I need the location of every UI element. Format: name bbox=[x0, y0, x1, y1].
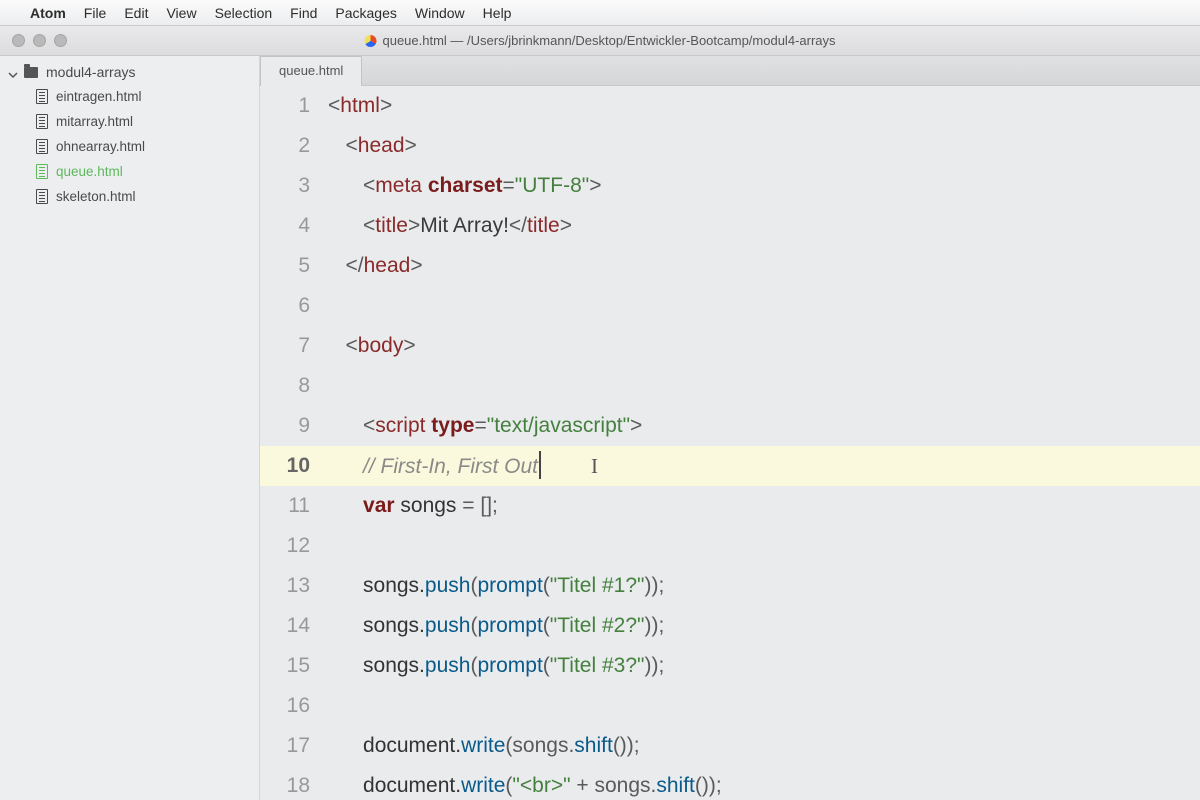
file-item[interactable]: mitarray.html bbox=[0, 109, 259, 134]
line-number: 7 bbox=[260, 326, 322, 366]
line-number: 2 bbox=[260, 126, 322, 166]
file-icon bbox=[36, 139, 48, 154]
chevron-down-icon[interactable] bbox=[8, 67, 18, 77]
line-number: 1 bbox=[260, 86, 322, 126]
line-content[interactable]: document.write("<br>" + songs.shift()); bbox=[322, 766, 1200, 800]
line-content[interactable]: <head> bbox=[322, 126, 1200, 166]
html-file-icon bbox=[364, 35, 376, 47]
line-number: 13 bbox=[260, 566, 322, 606]
code-line[interactable]: 13 songs.push(prompt("Titel #1?")); bbox=[260, 566, 1200, 606]
line-content[interactable]: <meta charset="UTF-8"> bbox=[322, 166, 1200, 206]
code-line[interactable]: 12 bbox=[260, 526, 1200, 566]
file-label: skeleton.html bbox=[56, 189, 136, 204]
code-line[interactable]: 16 bbox=[260, 686, 1200, 726]
line-number: 17 bbox=[260, 726, 322, 766]
line-number: 5 bbox=[260, 246, 322, 286]
line-number: 14 bbox=[260, 606, 322, 646]
close-icon[interactable] bbox=[12, 34, 25, 47]
line-number: 12 bbox=[260, 526, 322, 566]
file-label: eintragen.html bbox=[56, 89, 142, 104]
line-content[interactable]: </head> bbox=[322, 246, 1200, 286]
line-content[interactable]: <title>Mit Array!</title> bbox=[322, 206, 1200, 246]
code-line[interactable]: 18 document.write("<br>" + songs.shift()… bbox=[260, 766, 1200, 800]
menu-selection[interactable]: Selection bbox=[215, 5, 273, 21]
line-number: 9 bbox=[260, 406, 322, 446]
line-content[interactable]: songs.push(prompt("Titel #3?")); bbox=[322, 646, 1200, 686]
code-line[interactable]: 5 </head> bbox=[260, 246, 1200, 286]
line-number: 6 bbox=[260, 286, 322, 326]
line-number: 18 bbox=[260, 766, 322, 800]
line-content[interactable] bbox=[322, 526, 1200, 566]
file-icon bbox=[36, 114, 48, 129]
menu-edit[interactable]: Edit bbox=[124, 5, 148, 21]
tree-root-folder[interactable]: modul4-arrays bbox=[0, 60, 259, 84]
file-label: mitarray.html bbox=[56, 114, 133, 129]
line-number: 16 bbox=[260, 686, 322, 726]
code-line[interactable]: 3 <meta charset="UTF-8"> bbox=[260, 166, 1200, 206]
menu-packages[interactable]: Packages bbox=[335, 5, 396, 21]
line-content[interactable]: songs.push(prompt("Titel #2?")); bbox=[322, 606, 1200, 646]
line-number: 4 bbox=[260, 206, 322, 246]
folder-icon bbox=[24, 67, 38, 78]
code-line[interactable]: 8 bbox=[260, 366, 1200, 406]
minimize-icon[interactable] bbox=[33, 34, 46, 47]
menu-find[interactable]: Find bbox=[290, 5, 317, 21]
menu-app-name[interactable]: Atom bbox=[30, 5, 66, 21]
line-number: 15 bbox=[260, 646, 322, 686]
line-number: 8 bbox=[260, 366, 322, 406]
code-line[interactable]: 11 var songs = []; bbox=[260, 486, 1200, 526]
line-content[interactable]: var songs = []; bbox=[322, 486, 1200, 526]
window-titlebar: queue.html — /Users/jbrinkmann/Desktop/E… bbox=[0, 26, 1200, 56]
traffic-lights bbox=[0, 34, 67, 47]
macos-menubar: Atom File Edit View Selection Find Packa… bbox=[0, 0, 1200, 26]
line-content[interactable]: <body> bbox=[322, 326, 1200, 366]
code-line[interactable]: 6 bbox=[260, 286, 1200, 326]
file-icon bbox=[36, 164, 48, 179]
code-line[interactable]: 14 songs.push(prompt("Titel #2?")); bbox=[260, 606, 1200, 646]
window-title: queue.html — /Users/jbrinkmann/Desktop/E… bbox=[364, 33, 835, 48]
line-content[interactable]: <html> bbox=[322, 86, 1200, 126]
file-item[interactable]: eintragen.html bbox=[0, 84, 259, 109]
code-line[interactable]: 17 document.write(songs.shift()); bbox=[260, 726, 1200, 766]
tree-root-label: modul4-arrays bbox=[46, 64, 135, 80]
line-content[interactable]: document.write(songs.shift()); bbox=[322, 726, 1200, 766]
line-content[interactable]: <script type="text/javascript"> bbox=[322, 406, 1200, 446]
file-label: ohnearray.html bbox=[56, 139, 145, 154]
line-content[interactable]: // First-In, First OutI bbox=[322, 446, 1200, 486]
menu-window[interactable]: Window bbox=[415, 5, 465, 21]
line-content[interactable]: songs.push(prompt("Titel #1?")); bbox=[322, 566, 1200, 606]
line-number: 3 bbox=[260, 166, 322, 206]
tab-active[interactable]: queue.html bbox=[260, 56, 362, 86]
line-content[interactable] bbox=[322, 686, 1200, 726]
menu-view[interactable]: View bbox=[166, 5, 196, 21]
file-icon bbox=[36, 189, 48, 204]
window-title-text: queue.html — /Users/jbrinkmann/Desktop/E… bbox=[382, 33, 835, 48]
menu-help[interactable]: Help bbox=[483, 5, 512, 21]
code-line[interactable]: 15 songs.push(prompt("Titel #3?")); bbox=[260, 646, 1200, 686]
code-line[interactable]: 10 // First-In, First OutI bbox=[260, 446, 1200, 486]
maximize-icon[interactable] bbox=[54, 34, 67, 47]
app-body: modul4-arrays eintragen.html mitarray.htm… bbox=[0, 56, 1200, 800]
file-tree-sidebar[interactable]: modul4-arrays eintragen.html mitarray.htm… bbox=[0, 56, 260, 800]
file-item[interactable]: skeleton.html bbox=[0, 184, 259, 209]
code-line[interactable]: 1<html> bbox=[260, 86, 1200, 126]
line-content[interactable] bbox=[322, 286, 1200, 326]
file-label: queue.html bbox=[56, 164, 123, 179]
tab-bar[interactable]: queue.html bbox=[260, 56, 1200, 86]
ibeam-cursor-icon: I bbox=[591, 446, 598, 486]
menu-file[interactable]: File bbox=[84, 5, 107, 21]
code-line[interactable]: 2 <head> bbox=[260, 126, 1200, 166]
code-line[interactable]: 7 <body> bbox=[260, 326, 1200, 366]
file-icon bbox=[36, 89, 48, 104]
code-editor[interactable]: 1<html>2 <head>3 <meta charset="UTF-8">4… bbox=[260, 86, 1200, 800]
editor-pane: queue.html 1<html>2 <head>3 <meta charse… bbox=[260, 56, 1200, 800]
line-number: 11 bbox=[260, 486, 322, 526]
code-line[interactable]: 9 <script type="text/javascript"> bbox=[260, 406, 1200, 446]
file-item[interactable]: ohnearray.html bbox=[0, 134, 259, 159]
line-content[interactable] bbox=[322, 366, 1200, 406]
line-number: 10 bbox=[260, 446, 322, 486]
code-line[interactable]: 4 <title>Mit Array!</title> bbox=[260, 206, 1200, 246]
text-cursor bbox=[539, 451, 541, 479]
file-item[interactable]: queue.html bbox=[0, 159, 259, 184]
